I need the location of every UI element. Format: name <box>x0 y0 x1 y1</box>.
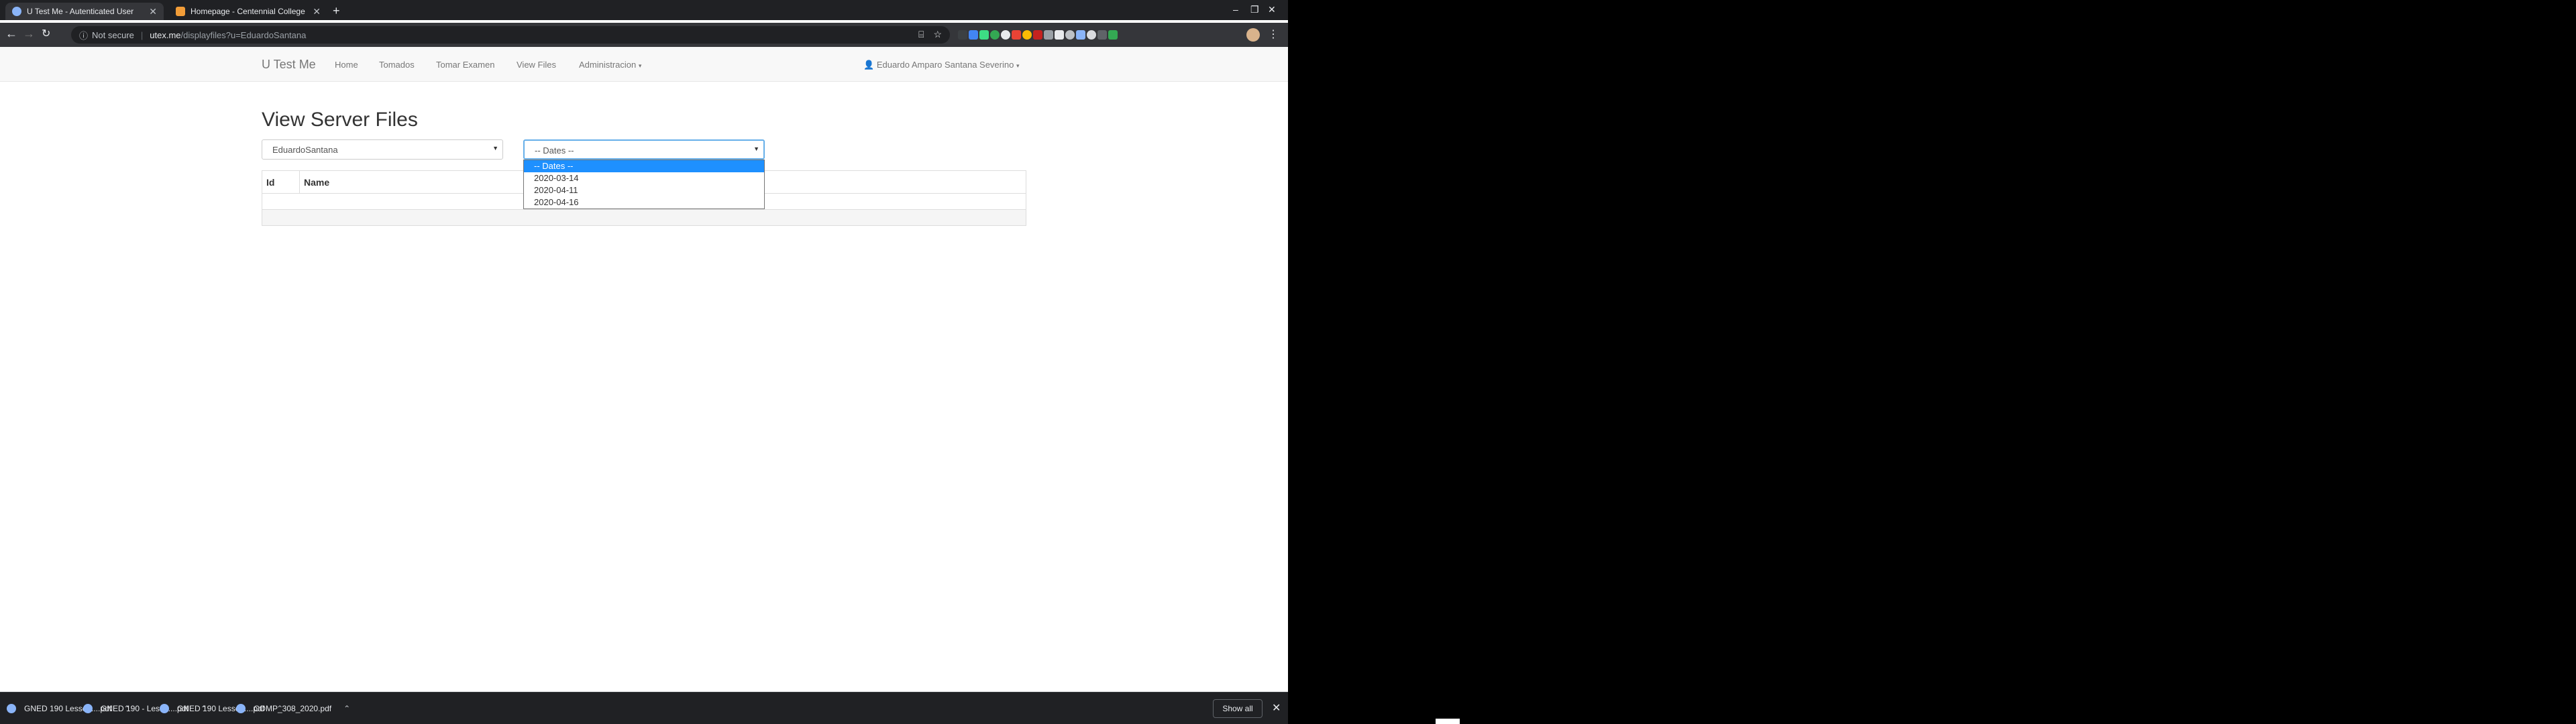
user-menu[interactable]: 👤 Eduardo Amparo Santana Severino ▾ <box>863 60 1020 70</box>
dates-option[interactable]: 2020-04-16 <box>524 196 764 208</box>
dates-select-value: -- Dates -- <box>535 145 574 156</box>
dates-option[interactable]: 2020-04-11 <box>524 184 764 196</box>
extension-icon[interactable] <box>969 30 978 40</box>
site-brand[interactable]: U Test Me <box>262 58 316 72</box>
nav-link-home[interactable]: Home <box>335 60 358 70</box>
column-header-id: Id <box>262 170 300 194</box>
address-bar[interactable]: ⓘ Not secure | utex.me /displayfiles?u=E… <box>71 26 950 44</box>
close-download-bar-icon[interactable]: ✕ <box>1272 701 1281 715</box>
url-host: utex.me <box>150 29 181 40</box>
extension-icon[interactable] <box>1097 30 1107 40</box>
kebab-menu-icon[interactable]: ⋮ <box>1268 27 1279 41</box>
user-select-value: EduardoSantana <box>272 145 338 155</box>
user-icon: 👤 <box>863 60 877 70</box>
table-footer-row <box>262 209 1026 226</box>
close-tab-icon[interactable]: ✕ <box>149 6 157 17</box>
url-path: /displayfiles?u=EduardoSantana <box>180 29 307 40</box>
close-tab-icon[interactable]: ✕ <box>313 6 321 17</box>
maximize-icon[interactable]: ❐ <box>1250 4 1259 15</box>
profile-avatar[interactable] <box>1246 28 1260 42</box>
extension-icon[interactable] <box>958 30 967 40</box>
table-footer-cell <box>262 209 1026 226</box>
browser-toolbar: ← → ↻ ⓘ Not secure | utex.me /displayfil… <box>0 23 1288 47</box>
user-name: Eduardo Amparo Santana Severino <box>876 60 1014 70</box>
omnibox-actions: ⌸ ☆ <box>918 29 942 40</box>
page-title: View Server Files <box>262 109 418 131</box>
extension-icon[interactable] <box>1022 30 1032 40</box>
chevron-up-icon[interactable]: ⌃ <box>343 704 350 713</box>
tab-strip: U Test Me - Autenticated User ✕ Homepage… <box>0 0 1288 20</box>
extension-icon[interactable] <box>1065 30 1075 40</box>
second-monitor-fragment <box>1436 719 1460 724</box>
web-page: U Test Me Home Tomados Tomar Examen View… <box>0 47 1288 692</box>
dates-dropdown-list: -- Dates -- 2020-03-14 2020-04-11 2020-0… <box>523 160 765 209</box>
user-select[interactable]: EduardoSantana ▼ <box>262 139 503 160</box>
omnibox-divider: | <box>140 29 144 40</box>
nav-dropdown-administracion[interactable]: Administracion ▾ <box>579 60 641 70</box>
extension-icon[interactable] <box>1001 30 1010 40</box>
security-label: Not secure <box>92 29 134 40</box>
chrome-file-icon <box>236 704 246 713</box>
dates-option[interactable]: -- Dates -- <box>524 160 764 172</box>
tab-title: Homepage - Centennial College <box>191 7 305 16</box>
back-arrow-icon[interactable]: ← <box>5 27 17 41</box>
extension-icon[interactable] <box>990 30 1000 40</box>
utestme-favicon-icon <box>12 7 21 16</box>
extension-icon[interactable] <box>1012 30 1021 40</box>
chrome-file-icon <box>83 704 93 713</box>
info-icon[interactable]: ⓘ <box>79 29 88 42</box>
extension-icon[interactable] <box>1044 30 1053 40</box>
caret-down-icon: ▾ <box>1016 62 1020 69</box>
dates-option[interactable]: 2020-03-14 <box>524 172 764 184</box>
window-close-icon[interactable]: ✕ <box>1268 4 1276 15</box>
site-navbar: U Test Me Home Tomados Tomar Examen View… <box>0 47 1288 82</box>
browser-window: U Test Me - Autenticated User ✕ Homepage… <box>0 0 1288 724</box>
download-bar: GNED 190 Lesson....pdf ⌃ GNED 190 - Less… <box>0 692 1288 724</box>
minimize-icon[interactable]: – <box>1233 4 1238 15</box>
extension-icon[interactable] <box>1076 30 1085 40</box>
extension-icon[interactable] <box>1087 30 1096 40</box>
centennial-favicon-icon <box>176 7 185 16</box>
forward-arrow-icon[interactable]: → <box>23 27 35 41</box>
select-arrow-icon: ▼ <box>753 145 759 152</box>
caret-down-icon: ▾ <box>638 62 642 69</box>
bookmark-star-icon[interactable]: ☆ <box>933 29 942 40</box>
extension-icon[interactable] <box>979 30 989 40</box>
chrome-file-icon <box>160 704 169 713</box>
nav-link-view-files[interactable]: View Files <box>517 60 556 70</box>
chrome-file-icon <box>7 704 16 713</box>
extension-icon[interactable] <box>1033 30 1042 40</box>
show-all-button[interactable]: Show all <box>1213 699 1263 718</box>
download-filename: COMP_308_2020.pdf <box>254 704 332 713</box>
new-tab-icon[interactable]: + <box>333 5 340 17</box>
nav-link-administracion: Administracion <box>579 60 637 70</box>
extension-icon[interactable] <box>1055 30 1064 40</box>
reload-icon[interactable]: ↻ <box>42 27 50 40</box>
select-arrow-icon: ▼ <box>492 145 498 152</box>
tab-title: U Test Me - Autenticated User <box>27 7 134 16</box>
extension-icon[interactable] <box>1108 30 1118 40</box>
translate-icon[interactable]: ⌸ <box>918 29 924 40</box>
tab-utestme[interactable]: U Test Me - Autenticated User ✕ <box>5 3 164 20</box>
dates-select[interactable]: -- Dates -- ▼ <box>523 139 765 160</box>
download-item[interactable]: COMP_308_2020.pdf ⌃ <box>236 702 350 715</box>
tab-centennial[interactable]: Homepage - Centennial College ✕ <box>169 3 327 20</box>
nav-link-tomar-examen[interactable]: Tomar Examen <box>436 60 494 70</box>
nav-link-tomados[interactable]: Tomados <box>379 60 415 70</box>
